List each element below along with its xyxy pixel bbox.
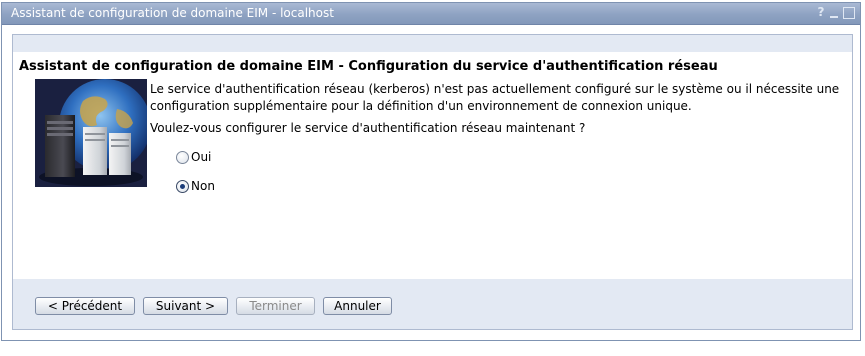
- title-bar[interactable]: Assistant de configuration de domaine EI…: [2, 3, 860, 25]
- button-bar: < Précédent Suivant > Terminer Annuler: [13, 279, 852, 329]
- panel-top-strip: [13, 35, 852, 52]
- description-text: Le service d'authentification réseau (ke…: [150, 82, 840, 113]
- wizard-window: Assistant de configuration de domaine EI…: [1, 2, 861, 341]
- finish-button[interactable]: Terminer: [236, 297, 315, 315]
- radio-oui[interactable]: [176, 150, 189, 164]
- option-non[interactable]: Non: [176, 179, 215, 193]
- next-button[interactable]: Suivant >: [143, 297, 228, 315]
- question-text: Voulez-vous configurer le service d'auth…: [150, 121, 586, 135]
- radio-non[interactable]: [176, 179, 189, 193]
- cancel-button[interactable]: Annuler: [323, 297, 392, 315]
- option-non-label: Non: [191, 179, 215, 193]
- maximize-icon[interactable]: [843, 7, 855, 19]
- wizard-panel: Assistant de configuration de domaine EI…: [12, 34, 853, 330]
- page-title: Assistant de configuration de domaine EI…: [19, 59, 718, 74]
- minimize-icon[interactable]: [829, 7, 841, 19]
- option-oui[interactable]: Oui: [176, 150, 211, 164]
- help-icon[interactable]: ?: [815, 6, 827, 18]
- window-title: Assistant de configuration de domaine EI…: [11, 6, 334, 20]
- servers-globe-illustration: [35, 79, 147, 187]
- previous-button[interactable]: < Précédent: [35, 297, 135, 315]
- option-oui-label: Oui: [191, 150, 212, 164]
